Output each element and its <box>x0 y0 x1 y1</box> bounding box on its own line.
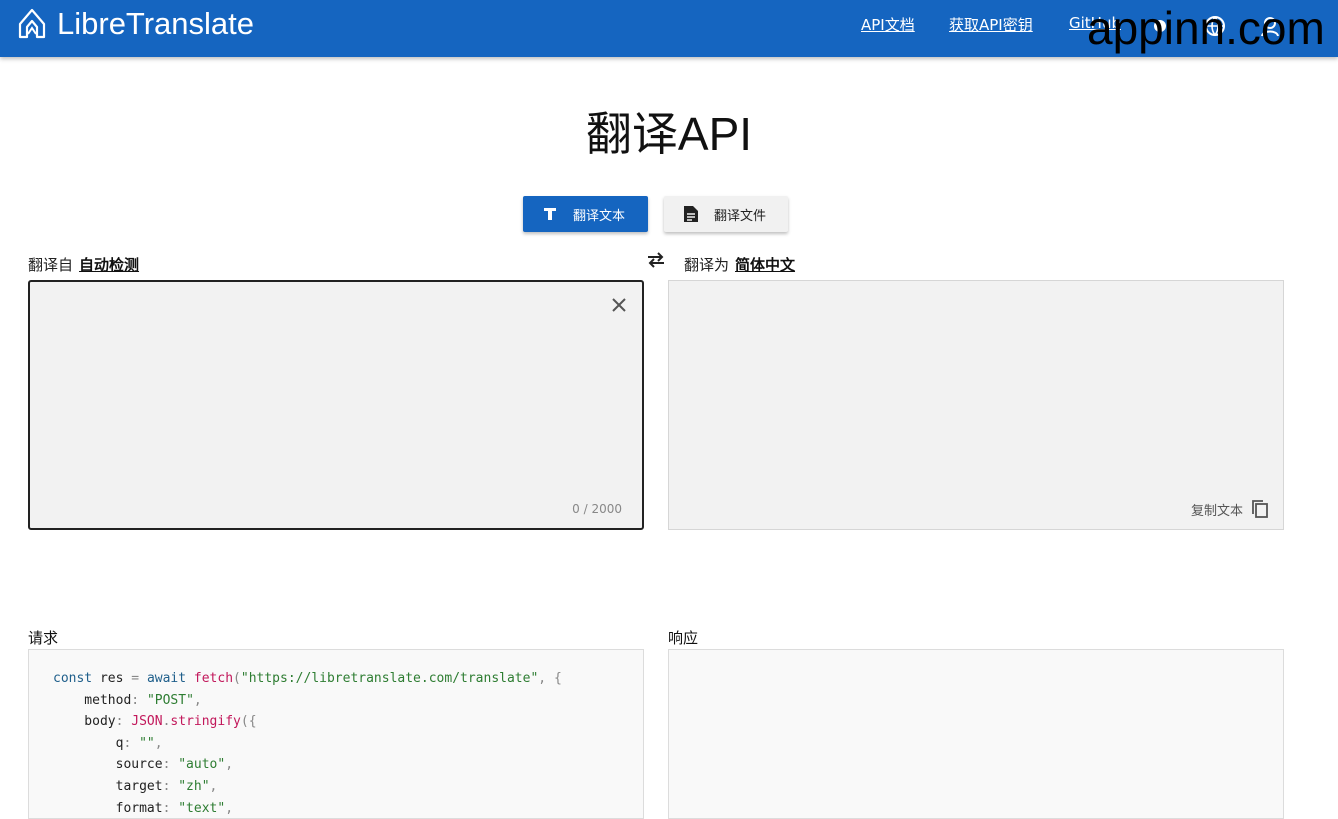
translated-text-panel: 复制文本 <box>668 280 1284 530</box>
translate-text-label: 翻译文本 <box>573 208 626 224</box>
translate-file-button[interactable]: 翻译文件 <box>664 196 788 232</box>
source-text-panel: 0 / 2000 <box>28 280 644 530</box>
code-line: method: "POST", <box>53 692 202 708</box>
nav-link-get-api-key[interactable]: 获取API密钥 <box>949 14 1033 35</box>
request-code-block: const res = await fetch("https://libretr… <box>28 649 644 819</box>
copy-text-button[interactable]: 复制文本 <box>1191 499 1269 519</box>
code-line: source: "auto", <box>53 757 234 773</box>
nav-link-api-docs[interactable]: API文档 <box>861 14 915 35</box>
code-line: target: "zh", <box>53 778 218 794</box>
translate-file-label: 翻译文件 <box>714 208 767 224</box>
target-language-prefix: 翻译为 <box>684 256 730 274</box>
code-line: format: "text", <box>53 800 234 816</box>
copy-icon <box>1252 500 1268 518</box>
appinn-watermark: appinn.com <box>1087 2 1325 54</box>
close-icon[interactable] <box>610 296 628 314</box>
code-line: body: JSON.stringify({ <box>53 714 257 730</box>
file-icon <box>682 205 700 223</box>
top-navbar: LibreTranslate API文档 获取API密钥 GitHub appi… <box>0 0 1338 57</box>
text-format-icon <box>541 205 559 223</box>
swap-languages-icon[interactable] <box>645 251 667 269</box>
source-text-input[interactable] <box>30 282 642 528</box>
translate-text-button[interactable]: 翻译文本 <box>523 196 648 232</box>
source-language-select[interactable]: 自动检测 <box>79 256 139 274</box>
code-line: const res = await fetch("https://libretr… <box>53 671 562 686</box>
source-language-row: 翻译自 自动检测 <box>28 254 139 275</box>
brand-link[interactable]: LibreTranslate <box>15 4 254 44</box>
target-language-select[interactable]: 简体中文 <box>735 256 795 274</box>
response-code-block <box>668 649 1284 819</box>
copy-text-label: 复制文本 <box>1190 503 1243 519</box>
target-language-row: 翻译为 简体中文 <box>684 254 795 275</box>
request-label: 请求 <box>28 629 59 647</box>
character-count: 0 / 2000 <box>572 502 622 516</box>
response-label: 响应 <box>668 629 699 647</box>
brand-title: LibreTranslate <box>57 6 255 41</box>
page-title: 翻译API <box>585 108 753 160</box>
code-line: q: "", <box>53 735 163 751</box>
source-language-prefix: 翻译自 <box>28 256 74 274</box>
libretranslate-logo-icon <box>18 8 46 39</box>
